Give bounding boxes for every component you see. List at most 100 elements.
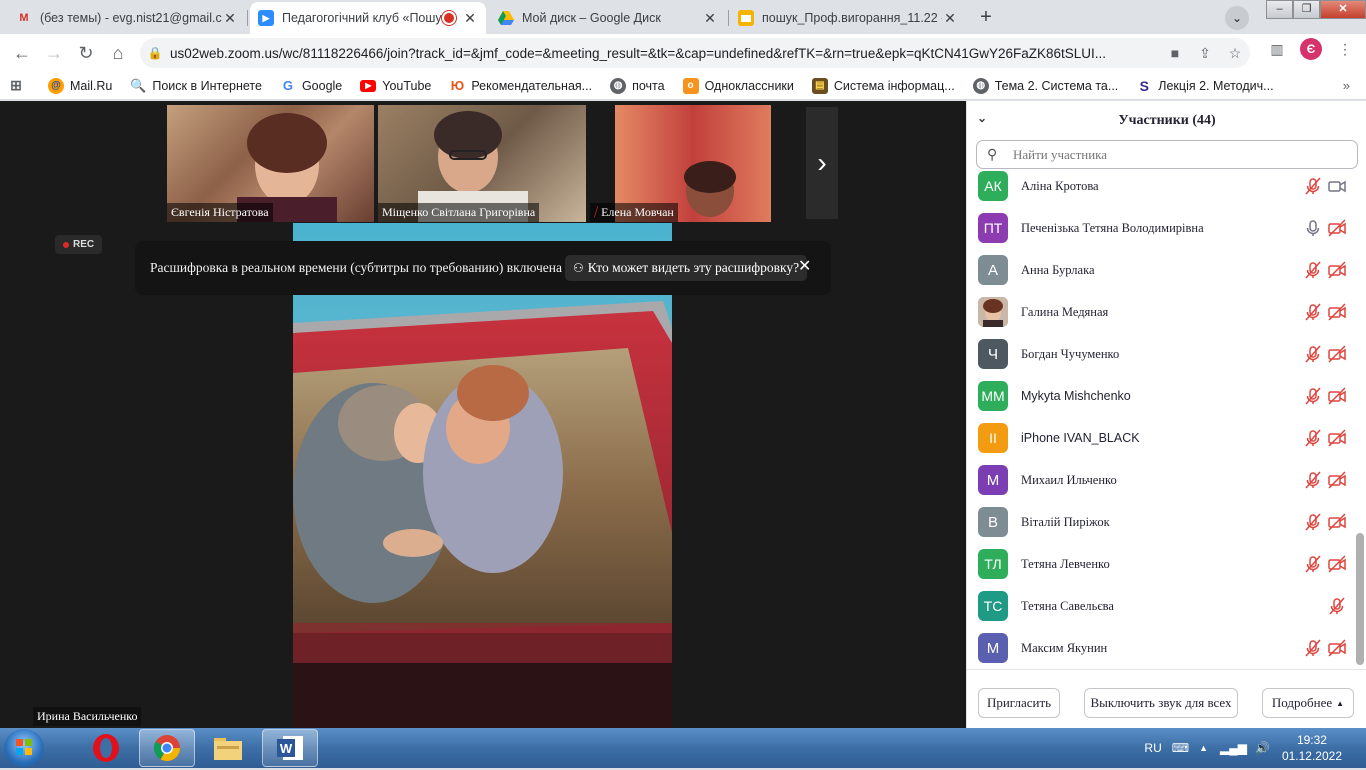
bookmark-item[interactable]: о Одноклассники <box>682 77 794 94</box>
participant-row[interactable]: М Максим Якунин <box>967 627 1357 669</box>
video-off-icon[interactable] <box>1328 513 1346 531</box>
participant-row[interactable]: ММ Mykyta Mishchenko <box>967 375 1357 417</box>
address-bar[interactable]: 🔒 us02web.zoom.us/wc/81118226466/join?tr… <box>140 38 1250 68</box>
window-close-button[interactable]: ✕ <box>1320 0 1366 19</box>
mic-muted-icon[interactable] <box>1304 429 1322 447</box>
tab-close-icon[interactable]: ✕ <box>462 10 478 26</box>
participant-row[interactable]: АК Аліна Кротова <box>967 165 1357 207</box>
mic-muted-icon[interactable] <box>1304 303 1322 321</box>
side-panel-icon[interactable]: ▥ <box>1262 41 1292 58</box>
mic-muted-icon[interactable] <box>1304 471 1322 489</box>
mic-muted-icon[interactable] <box>1304 555 1322 573</box>
mic-muted-icon[interactable] <box>1304 345 1322 363</box>
bookmark-item[interactable]: ◍ почта <box>610 77 665 94</box>
video-off-icon[interactable] <box>1328 639 1346 657</box>
mic-muted-icon[interactable] <box>1328 597 1346 615</box>
svg-text:W: W <box>280 741 293 756</box>
taskbar-chrome[interactable] <box>139 729 195 767</box>
participant-row[interactable]: М Михаил Ильченко <box>967 459 1357 501</box>
minimize-button[interactable]: – <box>1266 0 1293 19</box>
invite-button[interactable]: Пригласить <box>978 688 1060 718</box>
restore-button[interactable]: ❐ <box>1293 0 1320 19</box>
tray-expand-icon[interactable]: ▲ <box>1199 743 1208 753</box>
reload-button[interactable]: ↻ <box>70 37 102 69</box>
bookmark-item[interactable]: @ Mail.Ru <box>48 77 112 94</box>
new-tab-button[interactable]: + <box>974 6 998 30</box>
bookmark-item[interactable]: ▶ YouTube <box>360 79 431 93</box>
taskbar-explorer[interactable] <box>200 729 256 767</box>
video-off-icon[interactable] <box>1328 555 1346 573</box>
who-can-see-button[interactable]: ⚇ Кто может видеть эту расшифровку? <box>565 255 808 281</box>
window-controls: – ❐ ✕ <box>1266 0 1366 20</box>
profile-avatar[interactable]: Є <box>1300 38 1322 60</box>
close-notice-button[interactable]: ✕ <box>798 256 811 276</box>
tab-google-drive[interactable]: Мой диск – Google Диск ✕ <box>490 2 726 34</box>
tab-close-icon[interactable]: ✕ <box>942 10 958 26</box>
participant-row[interactable]: А Анна Бурлака <box>967 249 1357 291</box>
menu-icon[interactable]: ⋮ <box>1330 41 1360 58</box>
mic-muted-icon[interactable] <box>1304 177 1322 195</box>
search-input[interactable] <box>1013 146 1357 163</box>
mic-icon[interactable] <box>1304 219 1322 237</box>
participant-row[interactable]: ТЛ Тетяна Левченко <box>967 543 1357 585</box>
video-thumbnail[interactable]: Євгенія Ністратова <box>167 105 374 222</box>
mic-muted-icon[interactable] <box>1304 387 1322 405</box>
bookmark-item[interactable]: Ю Рекомендательная... <box>449 78 592 94</box>
tab-google-slides[interactable]: пошук_Проф.вигорання_11.22 - ✕ <box>730 2 966 34</box>
participant-row[interactable]: ПТ Печенізька Тетяна Володимирівна <box>967 207 1357 249</box>
bookmark-item[interactable]: ▤ Система інформац... <box>811 77 955 94</box>
mic-muted-icon[interactable] <box>1304 639 1322 657</box>
input-method-icon[interactable]: ⌨ <box>1172 741 1189 755</box>
bookmark-label: Система інформац... <box>833 78 955 93</box>
participant-row[interactable]: Ч Богдан Чучуменко <box>967 333 1357 375</box>
video-off-icon[interactable] <box>1328 303 1346 321</box>
start-button[interactable] <box>4 729 44 767</box>
participant-row[interactable]: ТС Тетяна Савельєва <box>967 585 1357 627</box>
video-off-icon[interactable] <box>1328 429 1346 447</box>
bookmark-item[interactable]: G Google <box>280 78 342 94</box>
language-indicator[interactable]: RU <box>1144 741 1161 755</box>
tab-gmail[interactable]: M (без темы) - evg.nist21@gmail.com ✕ <box>8 2 246 34</box>
more-button[interactable]: Подробнее ▲ <box>1262 688 1354 718</box>
participant-row[interactable]: Галина Медяная <box>967 291 1357 333</box>
participant-row[interactable]: В Віталій Пиріжок <box>967 501 1357 543</box>
forward-button[interactable]: → <box>38 37 70 69</box>
participant-row[interactable]: II iPhone IVAN_BLACK <box>967 417 1357 459</box>
bookmark-item[interactable]: S Лекція 2. Методич... <box>1136 78 1274 94</box>
bookmark-star-icon[interactable]: ☆ <box>1220 45 1250 62</box>
next-page-button[interactable]: › <box>806 107 838 219</box>
video-off-icon[interactable] <box>1328 471 1346 489</box>
url-text[interactable]: us02web.zoom.us/wc/81118226466/join?trac… <box>170 46 1160 61</box>
collapse-chevron-icon[interactable]: ⌄ <box>977 111 987 126</box>
taskbar-clock[interactable]: 19:32 01.12.2022 <box>1282 732 1342 764</box>
thumbnail-name: Міщенко Світлана Григорівна <box>378 203 540 222</box>
back-button[interactable]: ← <box>6 37 38 69</box>
participant-list-scrollbar[interactable] <box>1356 533 1364 665</box>
volume-icon[interactable]: 🔊 <box>1255 741 1270 755</box>
mute-all-button[interactable]: Выключить звук для всех <box>1084 688 1238 718</box>
mic-muted-icon[interactable] <box>1304 261 1322 279</box>
video-off-icon[interactable] <box>1328 219 1346 237</box>
bookmarks-more-icon[interactable]: » <box>1343 78 1350 93</box>
mic-muted-icon[interactable] <box>1304 513 1322 531</box>
share-icon[interactable]: ⇪ <box>1190 45 1220 62</box>
tab-search-button[interactable]: ⌄ <box>1225 6 1249 30</box>
network-icon[interactable]: ▂▄▆ <box>1220 741 1247 755</box>
tab-close-icon[interactable]: ✕ <box>222 10 238 26</box>
video-icon[interactable] <box>1328 177 1346 195</box>
home-button[interactable]: ⌂ <box>102 37 134 69</box>
lock-icon[interactable]: 🔒 <box>140 46 170 60</box>
camera-icon[interactable]: ■ <box>1160 45 1190 61</box>
video-thumbnail[interactable]: Міщенко Світлана Григорівна <box>378 105 586 222</box>
video-off-icon[interactable] <box>1328 345 1346 363</box>
taskbar-opera[interactable] <box>78 729 134 767</box>
bookmark-apps[interactable]: ⊞ <box>8 77 30 94</box>
video-thumbnail[interactable]: ⧸ Елена Мовчан <box>590 105 771 222</box>
tab-zoom[interactable]: ▶ Педагогогічний клуб «Пошу ✕ <box>250 2 486 34</box>
bookmark-item[interactable]: ◍ Тема 2. Система та... <box>972 77 1118 94</box>
video-off-icon[interactable] <box>1328 261 1346 279</box>
taskbar-word[interactable]: W <box>262 729 318 767</box>
bookmark-item[interactable]: 🔍 Поиск в Интернете <box>130 78 262 94</box>
video-off-icon[interactable] <box>1328 387 1346 405</box>
tab-close-icon[interactable]: ✕ <box>702 10 718 26</box>
